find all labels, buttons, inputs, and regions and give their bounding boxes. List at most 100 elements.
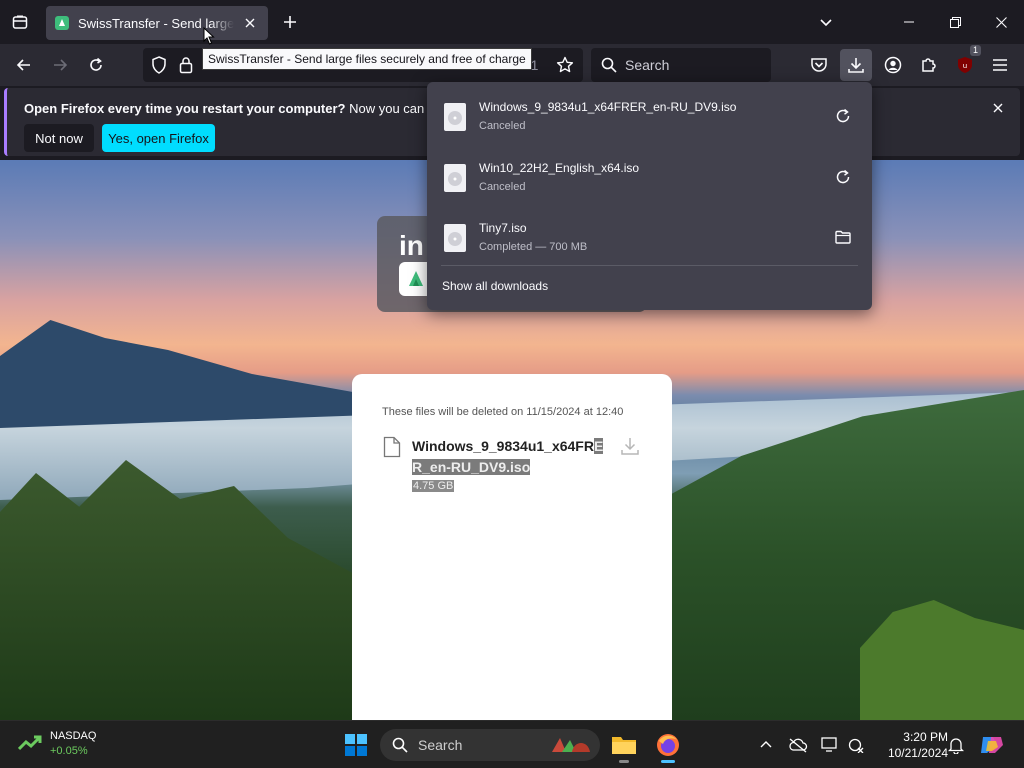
account-button[interactable]: [877, 49, 909, 81]
svg-text:u: u: [963, 62, 967, 70]
stock-name: NASDAQ: [50, 730, 97, 742]
lock-icon: [179, 57, 193, 74]
clock-time: 3:20 PM: [903, 730, 948, 744]
download-item-status: Completed — 700 MB: [479, 241, 588, 253]
file-name-selected-part: _en-RU_DV9.iso: [422, 459, 531, 475]
extension-badge: 1: [969, 45, 981, 56]
close-icon: [245, 18, 255, 28]
download-item-status: Canceled: [479, 181, 526, 193]
hamburger-menu-icon: [993, 59, 1007, 71]
panel-divider: [441, 265, 858, 266]
list-all-tabs-button[interactable]: [814, 10, 838, 34]
not-now-button[interactable]: Not now: [24, 124, 94, 152]
network-tray-icon[interactable]: [844, 733, 868, 757]
show-all-downloads-link[interactable]: Show all downloads: [442, 279, 548, 293]
firefox-icon: [657, 734, 679, 756]
onedrive-tray-icon[interactable]: [786, 733, 810, 757]
download-file-button[interactable]: [620, 436, 640, 456]
stock-widget[interactable]: NASDAQ +0.05%: [18, 729, 96, 759]
network-off-icon: [848, 738, 864, 753]
reload-button[interactable]: [80, 49, 112, 81]
downloads-button[interactable]: [840, 49, 872, 81]
tracking-protection-icon[interactable]: [151, 56, 167, 79]
minimize-icon: [904, 21, 914, 23]
file-name: Windows_9_9834u1_x64FRER_en-RU_DV9.iso: [412, 436, 612, 478]
bookmark-star-button[interactable]: [549, 49, 581, 81]
retry-download-button[interactable]: [831, 165, 855, 189]
copilot-icon: [981, 737, 1003, 753]
cloud-off-icon: [789, 738, 808, 753]
file-explorer-taskbar-button[interactable]: [606, 727, 642, 763]
display-icon: [821, 737, 837, 752]
restore-icon: [949, 16, 961, 28]
stock-chart-icon: [18, 735, 42, 751]
file-transfer-card: These files will be deleted on 11/15/202…: [352, 374, 672, 720]
notifications-button[interactable]: [944, 733, 968, 757]
tab-tooltip: SwissTransfer - Send large files securel…: [202, 48, 532, 70]
minimize-button[interactable]: [886, 0, 932, 44]
arrow-right-icon: [54, 59, 68, 71]
pocket-button[interactable]: [803, 49, 835, 81]
taskbar-search-placeholder: Search: [418, 737, 463, 753]
reload-icon: [90, 57, 102, 71]
clock-date: 10/21/2024: [887, 746, 948, 760]
retry-icon: [836, 108, 850, 123]
plus-icon: [284, 16, 296, 28]
ublock-shield-icon: u: [958, 57, 972, 73]
windows-taskbar: NASDAQ +0.05% Search 3:20 PM 10/21/2024: [0, 720, 1024, 768]
new-tab-button[interactable]: [278, 10, 302, 34]
download-item-name: Windows_9_9834u1_x64FRER_en-RU_DV9.iso: [479, 100, 737, 114]
site-info-button[interactable]: [179, 56, 193, 79]
tab-swisstransfer[interactable]: SwissTransfer - Send large files securel…: [46, 6, 268, 40]
clock[interactable]: 3:20 PM 10/21/2024: [872, 729, 948, 761]
puzzle-icon: [922, 58, 936, 72]
swisstransfer-favicon-icon: [55, 16, 69, 30]
show-in-folder-button[interactable]: [831, 225, 855, 249]
restore-button[interactable]: [932, 0, 978, 44]
firefox-taskbar-button[interactable]: [650, 727, 686, 763]
running-indicator: [661, 760, 675, 763]
close-icon: [995, 16, 1007, 28]
expiration-text: These files will be deleted on 11/15/202…: [382, 406, 624, 418]
show-hidden-icons-button[interactable]: [754, 733, 778, 757]
display-tray-icon[interactable]: [818, 733, 842, 757]
firefox-view-button[interactable]: [6, 8, 34, 36]
background-trees-left: [0, 460, 360, 720]
arrow-left-icon: [16, 59, 30, 71]
brand-text: in: [399, 230, 424, 261]
mouse-cursor-icon: [203, 27, 215, 45]
download-item-status: Canceled: [479, 120, 526, 132]
file-size: 4.75 GB: [412, 480, 455, 492]
iso-file-icon: [444, 103, 466, 131]
folder-icon: [612, 737, 636, 754]
taskbar-search[interactable]: Search: [380, 729, 600, 761]
ublock-extension-button[interactable]: u 1: [949, 45, 981, 81]
shield-icon: [152, 56, 166, 74]
back-button[interactable]: [8, 49, 40, 81]
download-item[interactable]: Windows_9_9834u1_x64FRER_en-RU_DV9.iso C…: [427, 84, 872, 144]
search-placeholder: Search: [625, 57, 670, 73]
yes-open-firefox-button[interactable]: Yes, open Firefox: [102, 124, 215, 152]
retry-download-button[interactable]: [831, 104, 855, 128]
forward-button[interactable]: [44, 49, 76, 81]
notification-bold-text: Open Firefox every time you restart your…: [24, 101, 346, 116]
firefox-view-icon: [12, 15, 28, 29]
stock-change: +0.05%: [50, 745, 88, 757]
close-window-button[interactable]: [978, 0, 1024, 44]
search-icon: [601, 57, 617, 73]
copilot-button[interactable]: [978, 733, 1006, 757]
search-bar[interactable]: Search: [591, 48, 771, 82]
notification-close-button[interactable]: [988, 98, 1008, 118]
account-icon: [884, 56, 902, 74]
menu-button[interactable]: [984, 49, 1016, 81]
start-button[interactable]: [344, 733, 368, 757]
downloads-panel: Windows_9_9834u1_x64FRER_en-RU_DV9.iso C…: [427, 82, 872, 310]
download-item[interactable]: Tiny7.iso Completed — 700 MB: [427, 205, 872, 265]
search-icon: [392, 737, 408, 753]
tab-strip: SwissTransfer - Send large files securel…: [0, 0, 1024, 44]
download-item[interactable]: Win10_22H2_English_x64.iso Canceled: [427, 145, 872, 205]
chevron-up-icon: [760, 741, 772, 748]
extensions-button[interactable]: [913, 49, 945, 81]
tab-close-button[interactable]: [240, 13, 260, 33]
search-highlight-icon: [552, 738, 590, 752]
